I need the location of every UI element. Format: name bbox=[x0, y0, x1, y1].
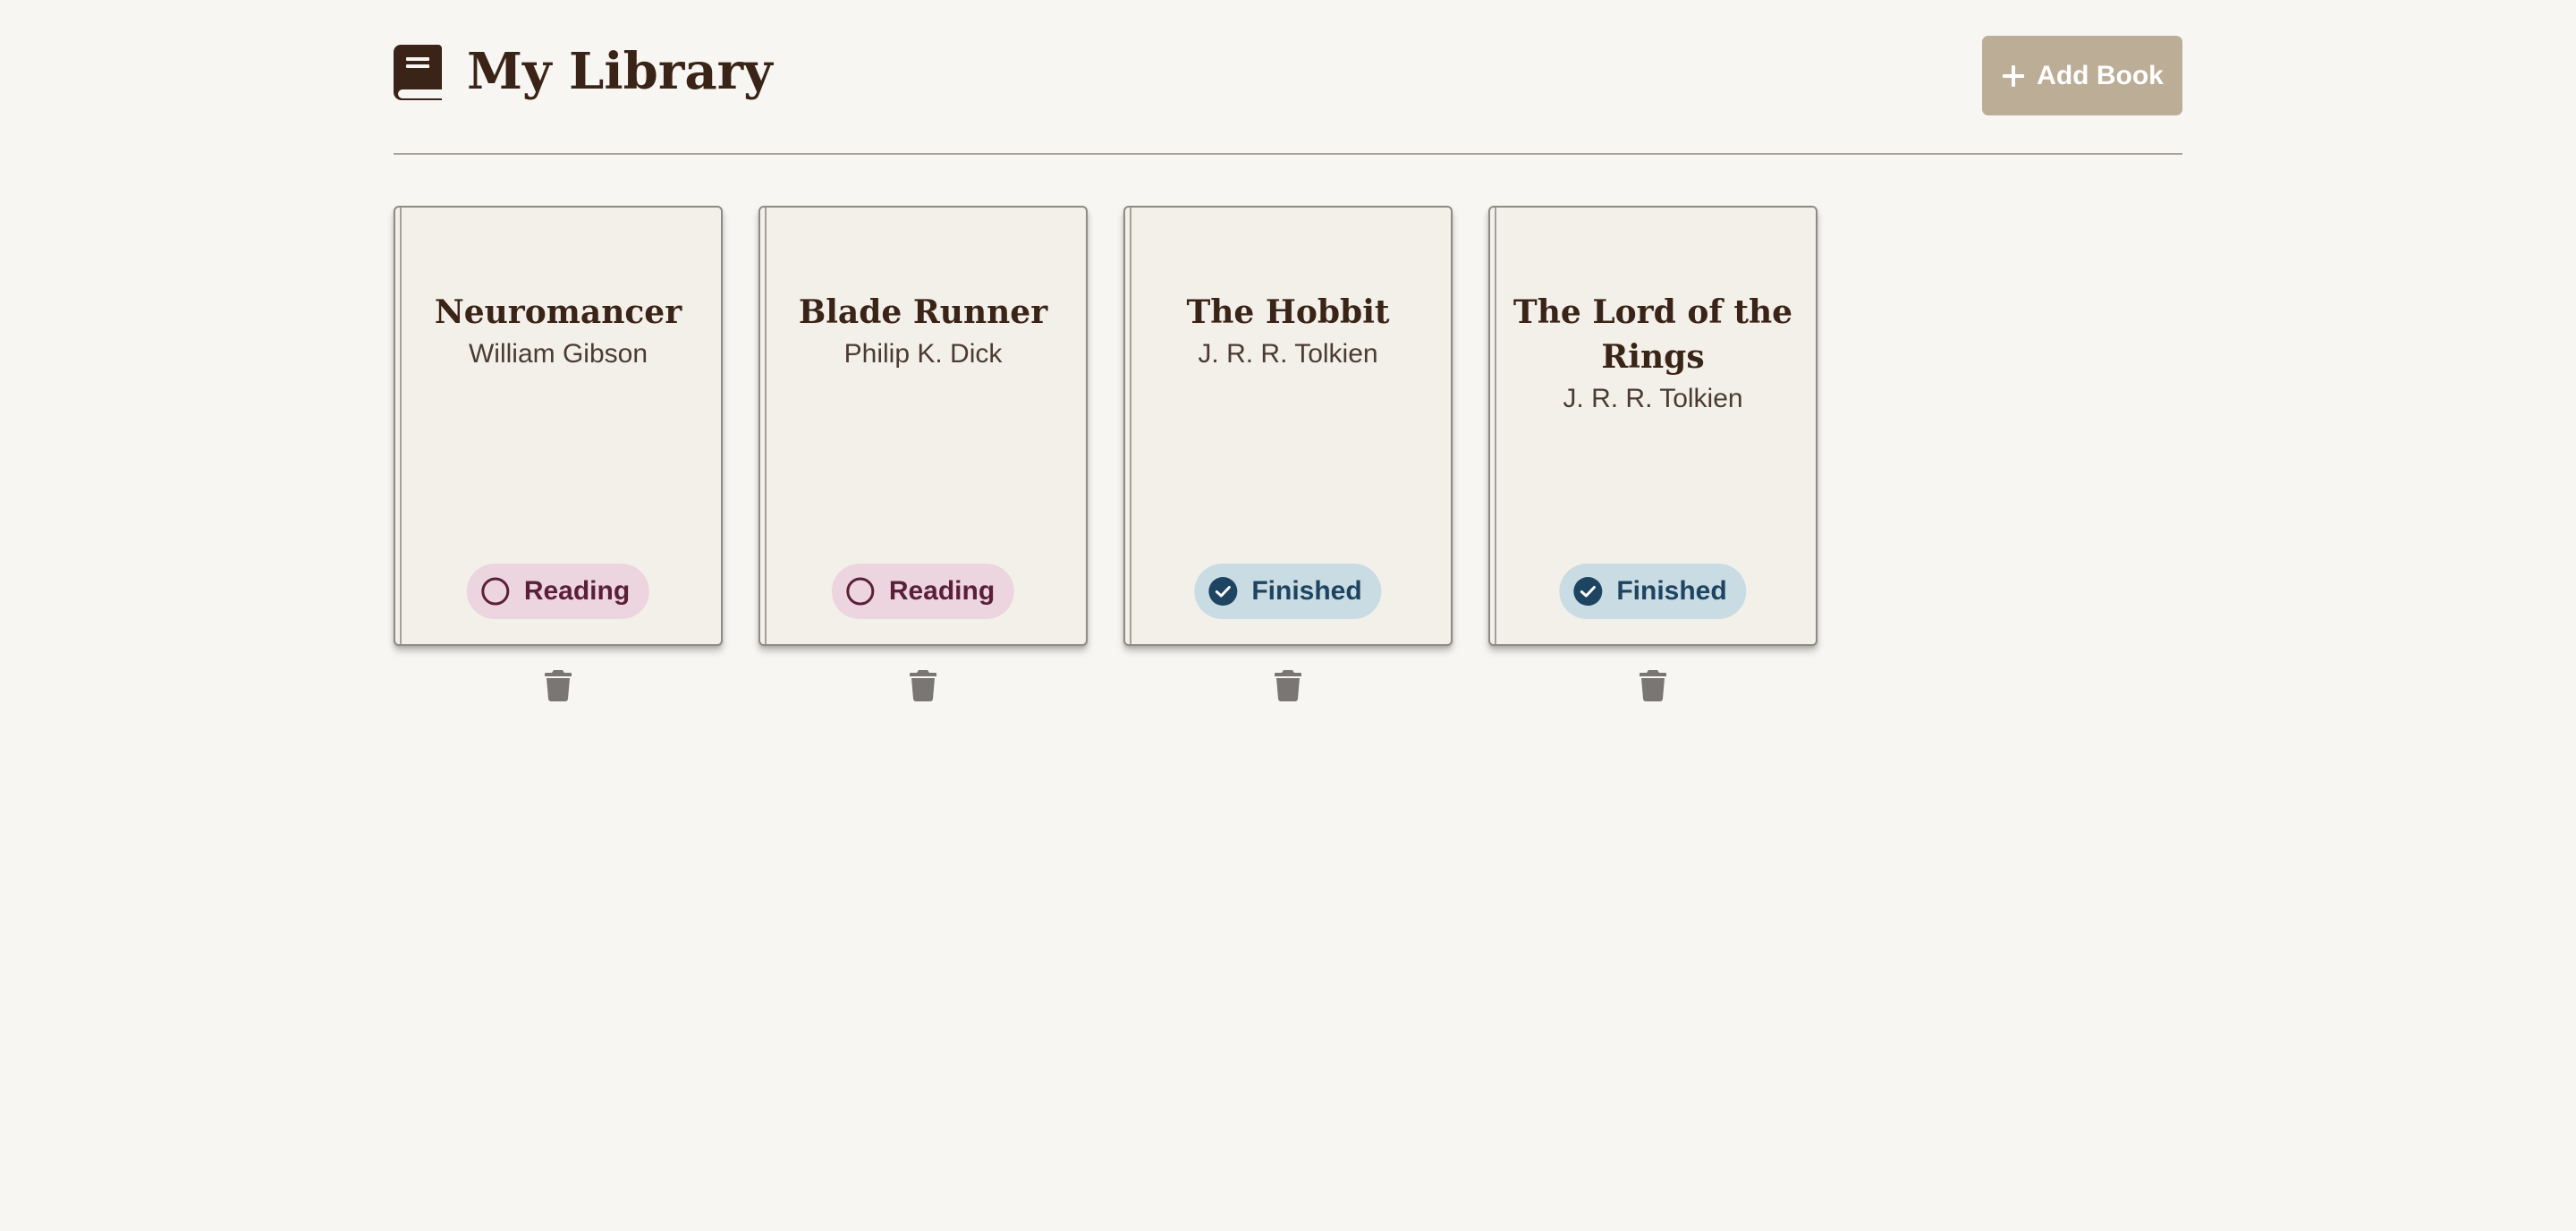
book-title: The Hobbit bbox=[1186, 293, 1390, 331]
book-author: J. R. R. Tolkien bbox=[1198, 339, 1378, 369]
book-cover[interactable]: Neuromancer William Gibson Reading bbox=[394, 206, 723, 646]
book-card: Neuromancer William Gibson Reading bbox=[394, 206, 723, 701]
add-book-button[interactable]: Add Book bbox=[1982, 36, 2182, 115]
status-label: Finished bbox=[1616, 576, 1727, 606]
trash-icon bbox=[545, 670, 572, 701]
trash-icon bbox=[1640, 670, 1666, 701]
book-card: The Lord of the Rings J. R. R. Tolkien F… bbox=[1488, 206, 1818, 701]
book-title: The Lord of the Rings bbox=[1513, 293, 1793, 376]
status-badge[interactable]: Reading bbox=[831, 564, 1015, 619]
delete-book-button[interactable] bbox=[540, 667, 576, 703]
page-title: My Library bbox=[467, 42, 773, 101]
book-title: Neuromancer bbox=[434, 293, 682, 331]
book-info: The Lord of the Rings J. R. R. Tolkien bbox=[1512, 290, 1794, 417]
book-title: Blade Runner bbox=[798, 293, 1048, 331]
status-label: Finished bbox=[1251, 576, 1362, 606]
book-card: The Hobbit J. R. R. Tolkien Finished bbox=[1123, 206, 1453, 701]
book-author: J. R. R. Tolkien bbox=[1563, 384, 1743, 413]
book-info: The Hobbit J. R. R. Tolkien bbox=[1147, 290, 1429, 372]
book-icon bbox=[394, 45, 442, 100]
book-grid: Neuromancer William Gibson Reading Blade… bbox=[394, 206, 1818, 701]
check-circle-icon bbox=[1573, 577, 1603, 606]
library-page: My Library Add Book Neuromancer William … bbox=[394, 0, 2182, 701]
plus-icon bbox=[2003, 64, 2025, 87]
delete-book-button[interactable] bbox=[1635, 667, 1671, 703]
status-badge[interactable]: Reading bbox=[466, 564, 650, 619]
check-circle-icon bbox=[1208, 577, 1238, 606]
status-label: Reading bbox=[523, 576, 631, 606]
book-info: Blade Runner Philip K. Dick bbox=[782, 290, 1064, 372]
trash-icon bbox=[910, 670, 936, 701]
status-label: Reading bbox=[888, 576, 996, 606]
book-cover[interactable]: The Hobbit J. R. R. Tolkien Finished bbox=[1123, 206, 1453, 646]
delete-book-button[interactable] bbox=[1270, 667, 1306, 703]
trash-icon bbox=[1275, 670, 1301, 701]
book-info: Neuromancer William Gibson bbox=[417, 290, 699, 372]
delete-book-button[interactable] bbox=[905, 667, 941, 703]
empty-circle-icon bbox=[481, 577, 510, 606]
book-author: Philip K. Dick bbox=[843, 339, 1003, 369]
book-cover[interactable]: Blade Runner Philip K. Dick Reading bbox=[758, 206, 1088, 646]
status-badge[interactable]: Finished bbox=[1559, 564, 1747, 619]
empty-circle-icon bbox=[846, 577, 875, 606]
book-card: Blade Runner Philip K. Dick Reading bbox=[758, 206, 1088, 701]
status-badge[interactable]: Finished bbox=[1194, 564, 1382, 619]
add-book-label: Add Book bbox=[2037, 60, 2164, 90]
book-cover[interactable]: The Lord of the Rings J. R. R. Tolkien F… bbox=[1488, 206, 1818, 646]
book-author: William Gibson bbox=[468, 339, 648, 369]
library-header: My Library Add Book bbox=[394, 0, 2182, 155]
